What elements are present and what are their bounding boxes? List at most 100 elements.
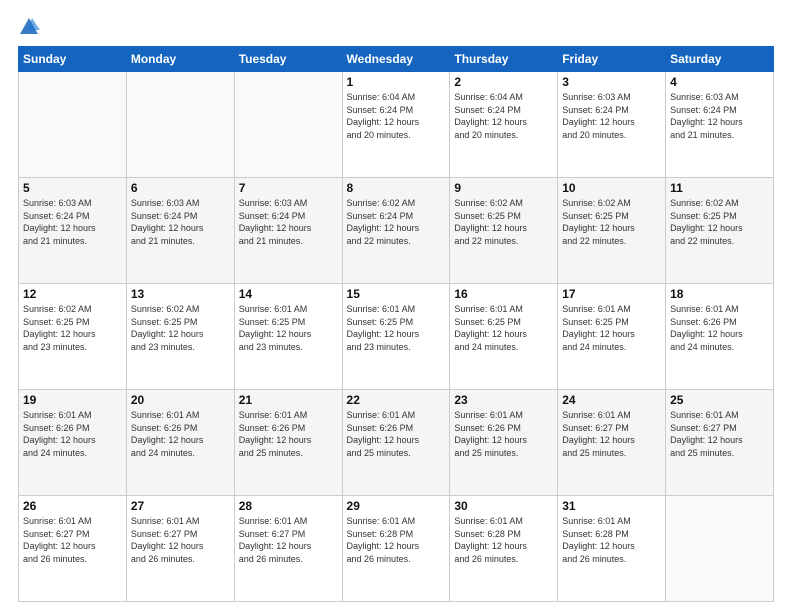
calendar-cell: 13Sunrise: 6:02 AM Sunset: 6:25 PM Dayli… (126, 284, 234, 390)
calendar-cell: 17 Sunrise: 6:01 AM Sunset: 6:25 PM Dayli… (558, 284, 666, 390)
day-info: Sunrise: 6:01 AM Sunset: 6:25 PM Dayligh… (454, 303, 553, 353)
day-header-wednesday: Wednesday (342, 47, 450, 72)
calendar-cell: 3 Sunrise: 6:03 AM Sunset: 6:24 PM Daylig… (558, 72, 666, 178)
day-number: 6 (131, 181, 230, 195)
calendar-cell: 23 Sunrise: 6:01 AM Sunset: 6:26 PM Dayli… (450, 390, 558, 496)
calendar-week-row: 26 Sunrise: 6:01 AM Sunset: 6:27 PM Dayli… (19, 496, 774, 602)
calendar-cell: 11 Sunrise: 6:02 AM Sunset: 6:25 PM Dayli… (666, 178, 774, 284)
calendar-cell: 28 Sunrise: 6:01 AM Sunset: 6:27 PM Dayli… (234, 496, 342, 602)
calendar-cell: 9Sunrise: 6:02 AM Sunset: 6:25 PM Daylig… (450, 178, 558, 284)
day-number: 15 (347, 287, 446, 301)
calendar-cell: 27Sunrise: 6:01 AM Sunset: 6:27 PM Dayli… (126, 496, 234, 602)
calendar-cell: 4 Sunrise: 6:03 AM Sunset: 6:24 PM Daylig… (666, 72, 774, 178)
calendar-cell: 29 Sunrise: 6:01 AM Sunset: 6:28 PM Dayli… (342, 496, 450, 602)
calendar-cell (666, 496, 774, 602)
day-info: Sunrise: 6:01 AM Sunset: 6:28 PM Dayligh… (347, 515, 446, 565)
day-info: Sunrise: 6:03 AM Sunset: 6:24 PM Dayligh… (23, 197, 122, 247)
day-number: 17 (562, 287, 661, 301)
day-info: Sunrise: 6:01 AM Sunset: 6:26 PM Dayligh… (131, 409, 230, 459)
day-info: Sunrise: 6:01 AM Sunset: 6:25 PM Dayligh… (347, 303, 446, 353)
day-number: 11 (670, 181, 769, 195)
day-info: Sunrise: 6:03 AM Sunset: 6:24 PM Dayligh… (239, 197, 338, 247)
calendar-cell: 26 Sunrise: 6:01 AM Sunset: 6:27 PM Dayli… (19, 496, 127, 602)
day-info: Sunrise: 6:01 AM Sunset: 6:27 PM Dayligh… (23, 515, 122, 565)
calendar-cell: 22Sunrise: 6:01 AM Sunset: 6:26 PM Dayli… (342, 390, 450, 496)
day-info: Sunrise: 6:01 AM Sunset: 6:26 PM Dayligh… (239, 409, 338, 459)
calendar-week-row: 1 Sunrise: 6:04 AM Sunset: 6:24 PM Daylig… (19, 72, 774, 178)
day-number: 28 (239, 499, 338, 513)
calendar-header-row: SundayMondayTuesdayWednesdayThursdayFrid… (19, 47, 774, 72)
day-number: 3 (562, 75, 661, 89)
day-number: 8 (347, 181, 446, 195)
day-info: Sunrise: 6:01 AM Sunset: 6:26 PM Dayligh… (347, 409, 446, 459)
day-info: Sunrise: 6:03 AM Sunset: 6:24 PM Dayligh… (562, 91, 661, 141)
calendar-cell: 7Sunrise: 6:03 AM Sunset: 6:24 PM Daylig… (234, 178, 342, 284)
day-number: 19 (23, 393, 122, 407)
calendar-week-row: 5 Sunrise: 6:03 AM Sunset: 6:24 PM Daylig… (19, 178, 774, 284)
calendar-cell (234, 72, 342, 178)
logo-icon (18, 16, 40, 38)
day-info: Sunrise: 6:01 AM Sunset: 6:27 PM Dayligh… (239, 515, 338, 565)
calendar-cell: 16Sunrise: 6:01 AM Sunset: 6:25 PM Dayli… (450, 284, 558, 390)
calendar-week-row: 12Sunrise: 6:02 AM Sunset: 6:25 PM Dayli… (19, 284, 774, 390)
calendar-cell: 12Sunrise: 6:02 AM Sunset: 6:25 PM Dayli… (19, 284, 127, 390)
calendar-cell (126, 72, 234, 178)
day-number: 1 (347, 75, 446, 89)
day-info: Sunrise: 6:01 AM Sunset: 6:26 PM Dayligh… (454, 409, 553, 459)
day-number: 30 (454, 499, 553, 513)
day-info: Sunrise: 6:01 AM Sunset: 6:26 PM Dayligh… (23, 409, 122, 459)
day-info: Sunrise: 6:01 AM Sunset: 6:25 PM Dayligh… (239, 303, 338, 353)
day-number: 18 (670, 287, 769, 301)
day-number: 23 (454, 393, 553, 407)
calendar-cell (19, 72, 127, 178)
day-number: 24 (562, 393, 661, 407)
calendar-cell: 18 Sunrise: 6:01 AM Sunset: 6:26 PM Dayli… (666, 284, 774, 390)
calendar-week-row: 19 Sunrise: 6:01 AM Sunset: 6:26 PM Dayli… (19, 390, 774, 496)
day-info: Sunrise: 6:01 AM Sunset: 6:28 PM Dayligh… (454, 515, 553, 565)
calendar-cell: 20Sunrise: 6:01 AM Sunset: 6:26 PM Dayli… (126, 390, 234, 496)
day-number: 14 (239, 287, 338, 301)
day-number: 5 (23, 181, 122, 195)
day-info: Sunrise: 6:01 AM Sunset: 6:25 PM Dayligh… (562, 303, 661, 353)
calendar-cell: 1 Sunrise: 6:04 AM Sunset: 6:24 PM Daylig… (342, 72, 450, 178)
day-number: 9 (454, 181, 553, 195)
calendar-cell: 21 Sunrise: 6:01 AM Sunset: 6:26 PM Dayli… (234, 390, 342, 496)
day-info: Sunrise: 6:01 AM Sunset: 6:27 PM Dayligh… (562, 409, 661, 459)
day-info: Sunrise: 6:04 AM Sunset: 6:24 PM Dayligh… (454, 91, 553, 141)
day-header-saturday: Saturday (666, 47, 774, 72)
day-number: 4 (670, 75, 769, 89)
calendar-cell: 14 Sunrise: 6:01 AM Sunset: 6:25 PM Dayli… (234, 284, 342, 390)
day-info: Sunrise: 6:02 AM Sunset: 6:25 PM Dayligh… (562, 197, 661, 247)
calendar-cell: 10 Sunrise: 6:02 AM Sunset: 6:25 PM Dayli… (558, 178, 666, 284)
page: SundayMondayTuesdayWednesdayThursdayFrid… (0, 0, 792, 612)
calendar-cell: 24 Sunrise: 6:01 AM Sunset: 6:27 PM Dayli… (558, 390, 666, 496)
day-info: Sunrise: 6:03 AM Sunset: 6:24 PM Dayligh… (670, 91, 769, 141)
calendar-cell: 5 Sunrise: 6:03 AM Sunset: 6:24 PM Daylig… (19, 178, 127, 284)
calendar-cell: 25Sunrise: 6:01 AM Sunset: 6:27 PM Dayli… (666, 390, 774, 496)
day-header-monday: Monday (126, 47, 234, 72)
day-info: Sunrise: 6:02 AM Sunset: 6:25 PM Dayligh… (670, 197, 769, 247)
calendar-cell: 6Sunrise: 6:03 AM Sunset: 6:24 PM Daylig… (126, 178, 234, 284)
logo (18, 16, 43, 38)
day-info: Sunrise: 6:01 AM Sunset: 6:26 PM Dayligh… (670, 303, 769, 353)
day-info: Sunrise: 6:02 AM Sunset: 6:24 PM Dayligh… (347, 197, 446, 247)
day-info: Sunrise: 6:02 AM Sunset: 6:25 PM Dayligh… (131, 303, 230, 353)
calendar-cell: 30 Sunrise: 6:01 AM Sunset: 6:28 PM Dayli… (450, 496, 558, 602)
calendar-cell: 2Sunrise: 6:04 AM Sunset: 6:24 PM Daylig… (450, 72, 558, 178)
day-number: 26 (23, 499, 122, 513)
day-header-tuesday: Tuesday (234, 47, 342, 72)
day-header-thursday: Thursday (450, 47, 558, 72)
calendar-table: SundayMondayTuesdayWednesdayThursdayFrid… (18, 46, 774, 602)
calendar-cell: 31Sunrise: 6:01 AM Sunset: 6:28 PM Dayli… (558, 496, 666, 602)
header (18, 16, 774, 38)
day-number: 29 (347, 499, 446, 513)
day-number: 25 (670, 393, 769, 407)
day-info: Sunrise: 6:04 AM Sunset: 6:24 PM Dayligh… (347, 91, 446, 141)
calendar-cell: 15 Sunrise: 6:01 AM Sunset: 6:25 PM Dayli… (342, 284, 450, 390)
day-number: 27 (131, 499, 230, 513)
day-info: Sunrise: 6:02 AM Sunset: 6:25 PM Dayligh… (23, 303, 122, 353)
day-number: 21 (239, 393, 338, 407)
calendar-cell: 19 Sunrise: 6:01 AM Sunset: 6:26 PM Dayli… (19, 390, 127, 496)
calendar-cell: 8 Sunrise: 6:02 AM Sunset: 6:24 PM Daylig… (342, 178, 450, 284)
day-number: 10 (562, 181, 661, 195)
